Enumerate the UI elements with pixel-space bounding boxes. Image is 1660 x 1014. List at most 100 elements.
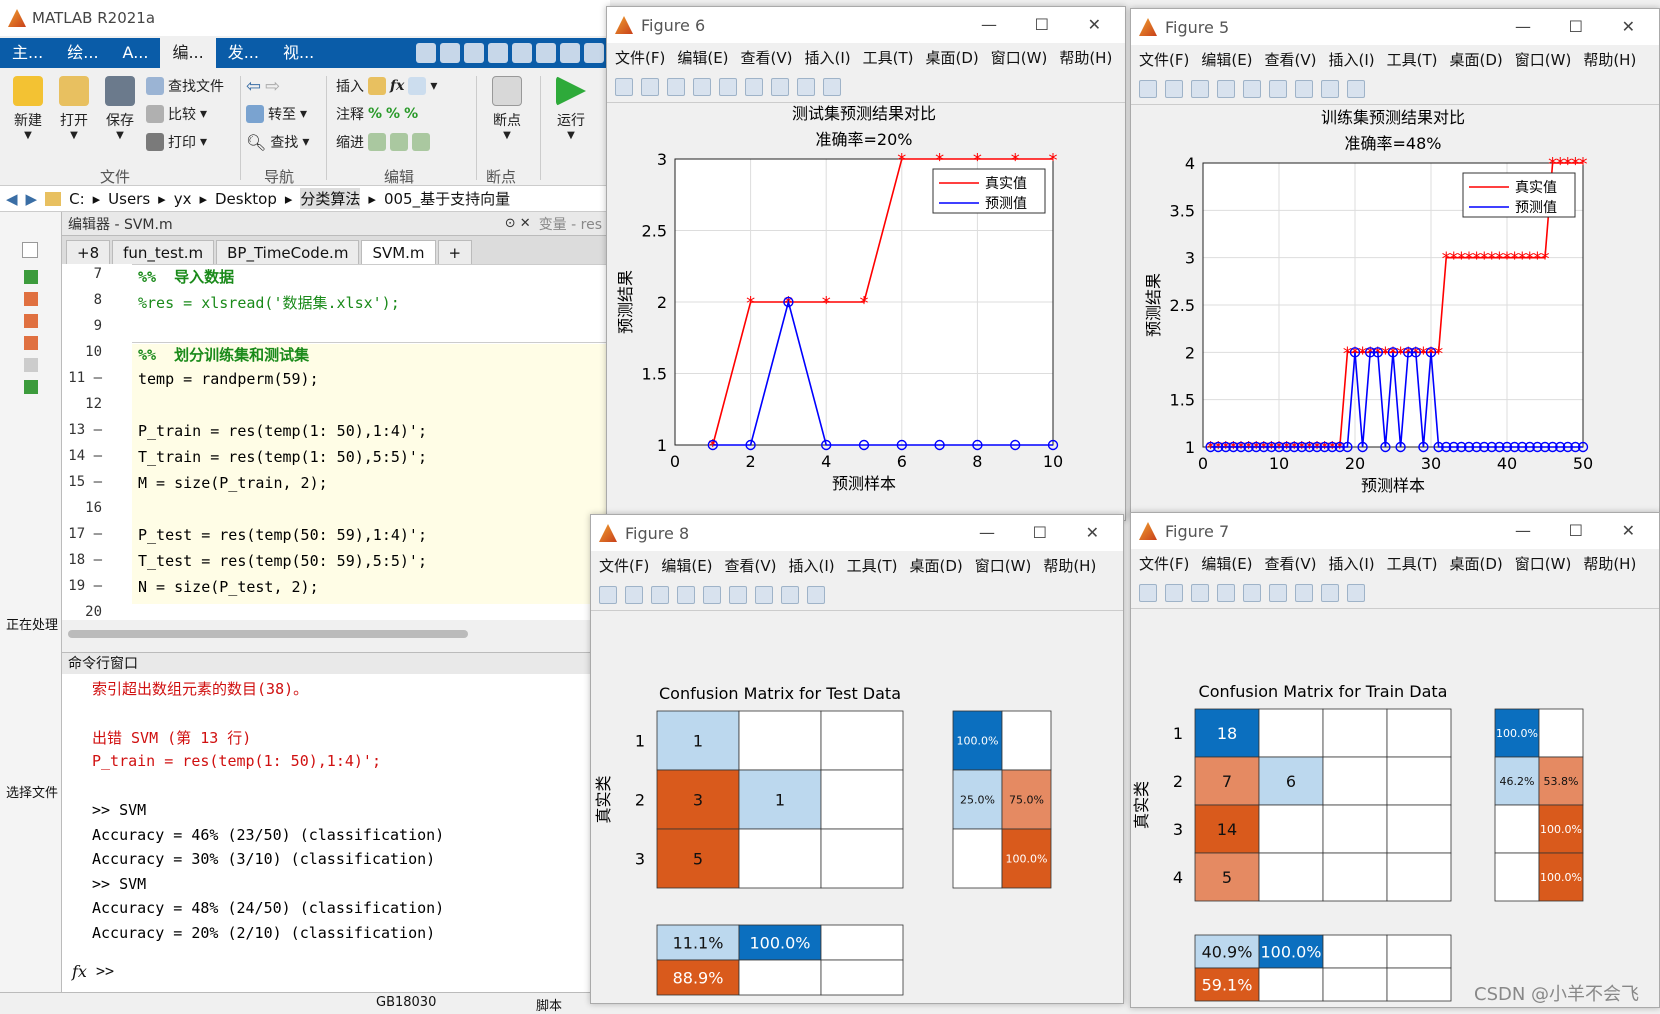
find-button[interactable]: 🔍︎ 查找 ▾ [246,132,309,152]
help-icon[interactable] [584,43,604,63]
file-icon[interactable] [24,314,38,328]
property-inspector-icon[interactable] [823,77,841,96]
variable-editor-title[interactable]: 变量 - res [539,214,602,234]
editor-menu-icon[interactable]: ⊙ ✕ [505,216,531,231]
maximize-icon[interactable]: ☐ [1569,521,1583,540]
breadcrumb-item[interactable]: yx [174,190,192,208]
editor-scrollbar[interactable] [62,620,610,652]
menu-item[interactable]: 桌面(D) [1450,49,1503,70]
new-figure-icon[interactable] [599,585,617,604]
file-icon[interactable] [24,358,38,372]
colorbar-icon[interactable] [1269,583,1287,602]
menu-item[interactable]: 插入(I) [789,555,835,576]
copy-icon[interactable] [464,43,484,63]
legend-icon[interactable] [1295,79,1313,98]
minimize-icon[interactable]: — [979,523,995,542]
menu-item[interactable]: 文件(F) [599,555,649,576]
code-editor[interactable]: 7 %% 导入数据 8 %res = xlsread('数据集.xlsx'); 9 10%… [62,264,610,620]
menu-item[interactable]: 工具(T) [1387,553,1438,574]
colorbar-icon[interactable] [745,77,763,96]
forward-icon[interactable]: ▶ [26,190,38,208]
print-icon[interactable] [1217,583,1235,602]
paste-icon[interactable] [488,43,508,63]
address-bar[interactable]: ◀ ▶ C: ▸ Users ▸ yx ▸ Desktop ▸ 分类算法 ▸ 005_基于支… [0,186,610,212]
menu-item[interactable]: 插入(I) [805,47,851,68]
menu-item[interactable]: 查看(V) [1265,553,1317,574]
file-icon[interactable] [24,292,38,306]
cut-icon[interactable] [440,43,460,63]
tab-view[interactable]: 视... [271,38,326,68]
maximize-icon[interactable]: ☐ [1569,17,1583,36]
switch-windows-icon[interactable] [560,43,580,63]
command-window[interactable]: 索引超出数组元素的数目(38)。 出错 SVM (第 13 行) P_train =… [62,674,610,992]
menu-item[interactable]: 查看(V) [741,47,793,68]
code-line[interactable]: %res = xlsread('数据集.xlsx'); [138,292,400,313]
new-figure-icon[interactable] [1139,583,1157,602]
new-tab-button[interactable]: + [437,240,473,264]
colorbar-icon[interactable] [1269,79,1287,98]
print-preview-icon[interactable] [1243,583,1261,602]
open-icon[interactable] [1165,79,1183,98]
save-icon[interactable] [416,43,436,63]
menu-item[interactable]: 编辑(E) [677,47,728,68]
menu-item[interactable]: 工具(T) [863,47,914,68]
menu-item[interactable]: 帮助(H) [1583,49,1636,70]
breadcrumb-item[interactable]: Desktop [215,190,277,208]
pointer-icon[interactable] [1321,79,1339,98]
breadcrumb-item[interactable]: 分类算法 [300,188,361,209]
tab-plots[interactable]: 绘... [55,38,110,68]
maximize-icon[interactable]: ☐ [1033,523,1047,542]
save-icon[interactable] [1191,79,1209,98]
menu-item[interactable]: 帮助(H) [1043,555,1096,576]
code-line[interactable]: T_train = res(temp(1: 50),5:5)'; [138,448,427,466]
code-line[interactable]: M = size(P_train, 2); [138,474,328,492]
menu-item[interactable]: 窗口(W) [975,555,1032,576]
print-icon[interactable] [693,77,711,96]
legend-icon[interactable] [755,585,773,604]
menu-item[interactable]: 编辑(E) [1201,553,1252,574]
indent-button[interactable]: 缩进 [336,132,430,152]
minimize-icon[interactable]: — [981,15,997,34]
menu-item[interactable]: 窗口(W) [991,47,1048,68]
save-icon[interactable] [651,585,669,604]
print-preview-icon[interactable] [719,77,737,96]
breadcrumb-item[interactable]: C: [69,190,85,208]
insert-button[interactable]: 插入 fx ▾ [336,76,437,96]
menu-item[interactable]: 插入(I) [1329,553,1375,574]
tab-editor[interactable]: 编... [160,38,216,68]
close-icon[interactable]: ✕ [1622,17,1635,36]
property-inspector-icon[interactable] [1347,79,1365,98]
open-icon[interactable] [1165,583,1183,602]
new-button[interactable]: 新建 ▼ [8,76,48,141]
menu-item[interactable]: 文件(F) [615,47,665,68]
tab-home[interactable]: 主... [0,38,55,68]
command-prompt[interactable]: >> [96,962,114,980]
open-icon[interactable] [625,585,643,604]
save-button[interactable]: 保存 ▼ [100,76,140,141]
print-icon[interactable] [1217,79,1235,98]
file-icon[interactable] [24,380,38,394]
open-icon[interactable] [641,77,659,96]
menu-item[interactable]: 文件(F) [1139,553,1189,574]
tab-publish[interactable]: 发... [216,38,271,68]
code-line[interactable]: temp = randperm(59); [138,370,319,388]
back-icon[interactable]: ◀ [6,190,18,208]
tab-bp-timecode[interactable]: BP_TimeCode.m [216,240,360,264]
scroll-thumb[interactable] [68,630,468,638]
menu-item[interactable]: 帮助(H) [1583,553,1636,574]
code-line[interactable]: %% 划分训练集和测试集 [138,344,309,365]
menu-item[interactable]: 桌面(D) [910,555,963,576]
menu-item[interactable]: 桌面(D) [1450,553,1503,574]
goto-button[interactable]: 转至 ▾ [246,104,307,124]
close-icon[interactable]: ✕ [1088,15,1101,34]
close-icon[interactable]: ✕ [1086,523,1099,542]
redo-icon[interactable] [536,43,556,63]
pointer-icon[interactable] [1321,583,1339,602]
breadcrumb-item[interactable]: Users [108,190,150,208]
menu-item[interactable]: 插入(I) [1329,49,1375,70]
minimize-icon[interactable]: — [1515,17,1531,36]
print-icon[interactable] [677,585,695,604]
save-icon[interactable] [1191,583,1209,602]
menu-item[interactable]: 工具(T) [847,555,898,576]
property-inspector-icon[interactable] [1347,583,1365,602]
